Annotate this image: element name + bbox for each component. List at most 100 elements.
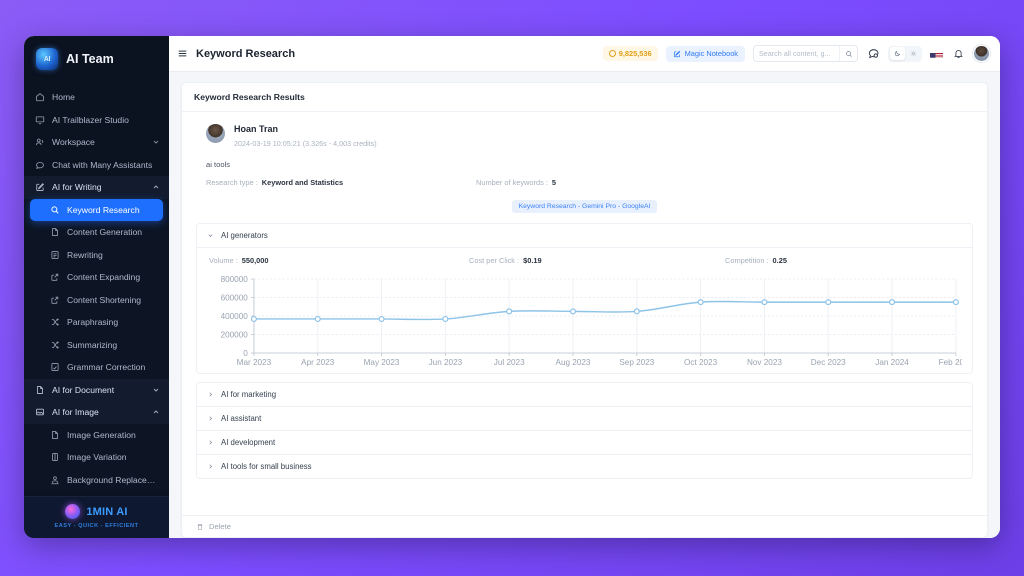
sidebar-item-paraphrasing[interactable]: Paraphrasing [24, 311, 169, 334]
sidebar-subgroup-writing: Keyword Research Content Generation Rewr… [24, 199, 169, 379]
accordion-label: AI generators [221, 231, 268, 240]
accordion-header-ai-development[interactable]: AI development [196, 431, 973, 455]
monitor-icon [35, 115, 45, 125]
svg-text:400000: 400000 [221, 312, 249, 321]
svg-text:Feb 2024: Feb 2024 [939, 358, 962, 367]
sidebar-item-chat-with-many-assistants[interactable]: Chat with Many Assistants [24, 154, 169, 177]
theme-light-button[interactable] [906, 47, 921, 60]
magic-notebook-button[interactable]: Magic Notebook [666, 46, 745, 62]
accordion-header-ai-generators[interactable]: AI generators [197, 224, 972, 247]
topbar: Keyword Research 9,825,536 Magic Noteboo… [169, 36, 1000, 72]
chevron-right-icon [207, 439, 214, 446]
sidebar-item-ai-for-image[interactable]: AI for Image [24, 401, 169, 424]
sidebar-item-label: Chat with Many Assistants [52, 160, 160, 170]
sun-icon [910, 50, 917, 57]
home-icon [35, 92, 45, 102]
sidebar-item-home[interactable]: Home [24, 86, 169, 109]
sidebar-item-content-shortening[interactable]: Content Shortening [24, 289, 169, 312]
svg-text:200000: 200000 [221, 331, 249, 340]
sidebar-item-label: Image Variation [67, 452, 160, 462]
sidebar-item-label: AI Trailblazer Studio [52, 115, 160, 125]
results-card: Keyword Research Results Hoan Tran 2024-… [181, 82, 988, 538]
sidebar-item-image-variation[interactable]: Image Variation [24, 446, 169, 469]
trash-icon[interactable] [196, 523, 204, 531]
sidebar-subgroup-image: Image Generation Image Variation Backgro… [24, 424, 169, 492]
search-button[interactable] [839, 46, 857, 61]
sidebar-item-label: Content Expanding [67, 272, 160, 282]
card-body: Hoan Tran 2024-03-19 10:05:21 (3.326s - … [182, 112, 987, 515]
sidebar-item-ai-for-writing[interactable]: AI for Writing [24, 176, 169, 199]
promo-title: 1MIN AI [86, 506, 127, 518]
chevron-down-icon [152, 138, 160, 146]
sidebar-item-rewriting[interactable]: Rewriting [24, 244, 169, 267]
us-flag-svg [930, 53, 943, 58]
svg-text:Sep 2023: Sep 2023 [619, 358, 654, 367]
sidebar-item-grammar-correction[interactable]: Grammar Correction [24, 356, 169, 379]
sidebar-item-summarizing[interactable]: Summarizing [24, 334, 169, 357]
sidebar-item-ai-trailblazer-studio[interactable]: AI Trailblazer Studio [24, 109, 169, 132]
hamburger-icon[interactable] [177, 48, 188, 59]
content-area: Keyword Research Results Hoan Tran 2024-… [169, 72, 1000, 538]
us-flag-icon[interactable] [930, 49, 943, 58]
avatar [206, 124, 225, 143]
user-avatar[interactable] [973, 45, 990, 62]
brand[interactable]: AI AI Team [24, 36, 169, 84]
app-window: AI AI Team Home AI Trailblazer Studio Wo… [24, 36, 1000, 538]
promo-row: 1MIN AI [30, 504, 163, 519]
page-title: Keyword Research [196, 48, 295, 60]
accordion-label: AI development [221, 438, 275, 447]
search-box[interactable] [753, 45, 858, 62]
svg-text:800000: 800000 [221, 275, 249, 284]
accordion-label: AI for marketing [221, 390, 276, 399]
svg-text:Dec 2023: Dec 2023 [811, 358, 846, 367]
cpc-stat: Cost per Click : $0.19 [469, 256, 725, 265]
chart-svg: 0200000400000600000800000Mar 2023Apr 202… [207, 273, 962, 369]
moon-icon [894, 50, 901, 57]
status-badge: Keyword Research - Gemini Pro - GoogleAI [512, 200, 658, 213]
accordion-header-ai-assistant[interactable]: AI assistant [196, 407, 973, 431]
chevron-right-icon [207, 391, 214, 398]
main-area: Keyword Research 9,825,536 Magic Noteboo… [169, 36, 1000, 538]
sidebar-item-background-replacement[interactable]: Background Replacement [24, 469, 169, 492]
stats-row: Volume : 550,000 Cost per Click : $0.19 … [207, 256, 962, 273]
svg-text:Jan 2024: Jan 2024 [875, 358, 909, 367]
accordion-header-ai-tools-for-small-business[interactable]: AI tools for small business [196, 455, 973, 479]
theme-dark-button[interactable] [890, 47, 905, 60]
sidebar-item-label: AI for Writing [52, 182, 145, 192]
search-input[interactable] [754, 49, 839, 58]
promo-subtitle: EASY - QUICK - EFFICIENT [30, 523, 163, 529]
brain-orb-icon [65, 504, 80, 519]
users-icon [35, 137, 45, 147]
delete-button[interactable]: Delete [209, 522, 231, 531]
notifications-button[interactable] [951, 47, 965, 61]
svg-text:Jul 2023: Jul 2023 [494, 358, 525, 367]
sidebar-item-label: AI for Document [52, 385, 145, 395]
query-term: ai tools [196, 154, 973, 169]
cpc-label: Cost per Click : [469, 256, 519, 265]
sidebar-item-workspace[interactable]: Workspace [24, 131, 169, 154]
expand-icon [50, 272, 60, 282]
svg-text:600000: 600000 [221, 294, 249, 303]
sidebar-item-label: Background Replacement [67, 475, 160, 485]
theme-toggle-group [888, 46, 922, 62]
promo-banner[interactable]: 1MIN AI EASY - QUICK - EFFICIENT [24, 496, 169, 538]
chat-bubble-button[interactable] [866, 47, 880, 61]
sidebar-item-image-generation[interactable]: Image Generation [24, 424, 169, 447]
chat-icon [35, 160, 45, 170]
brand-logo-icon: AI [36, 48, 58, 70]
sidebar-item-keyword-research[interactable]: Keyword Research [30, 199, 163, 222]
credits-pill[interactable]: 9,825,536 [603, 46, 658, 61]
card-title: Keyword Research Results [182, 83, 987, 112]
sidebar-item-ai-for-document[interactable]: AI for Document [24, 379, 169, 402]
sidebar-item-content-generation[interactable]: Content Generation [24, 221, 169, 244]
accordion-header-ai-for-marketing[interactable]: AI for marketing [196, 382, 973, 407]
variation-icon [50, 452, 60, 462]
sidebar-item-label: Content Shortening [67, 295, 160, 305]
cpc-value: $0.19 [523, 256, 542, 265]
search-icon [845, 50, 853, 58]
svg-text:Apr 2023: Apr 2023 [301, 358, 335, 367]
accordion-label: AI tools for small business [221, 462, 312, 471]
sidebar-item-content-expanding[interactable]: Content Expanding [24, 266, 169, 289]
shuffle-icon [50, 340, 60, 350]
image-icon [35, 407, 45, 417]
